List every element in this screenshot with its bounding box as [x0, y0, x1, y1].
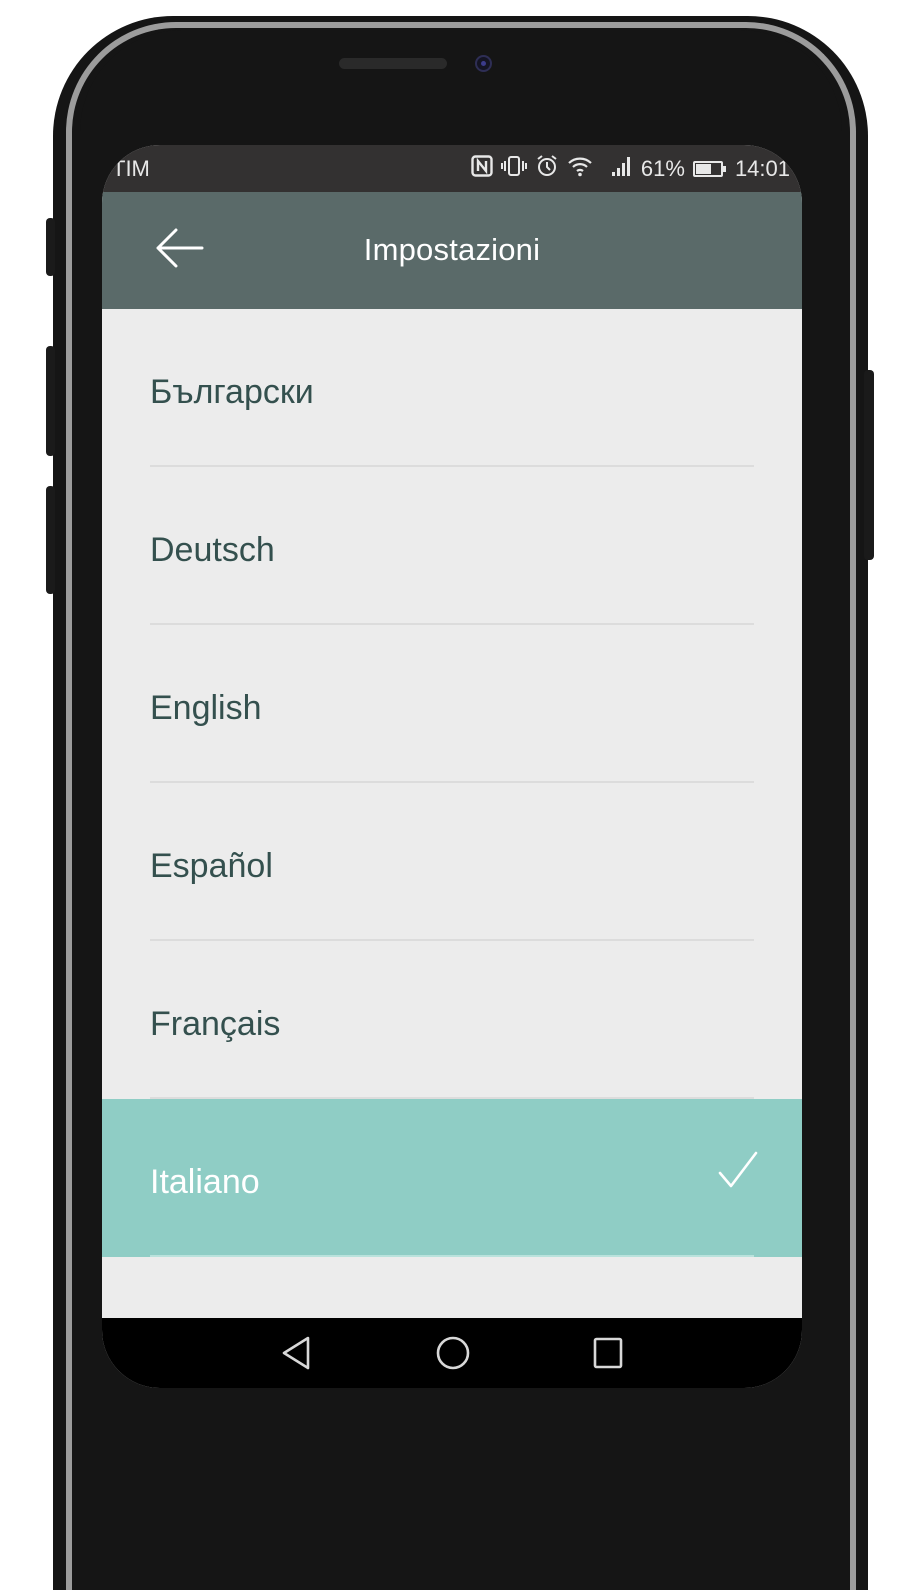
language-label: English — [150, 689, 262, 727]
language-label: Italiano — [150, 1163, 260, 1201]
nfc-icon — [471, 155, 493, 183]
clock: 14:01 — [734, 156, 790, 181]
alarm-icon — [535, 154, 559, 184]
nav-recents-button[interactable] — [592, 1335, 624, 1376]
system-nav-bar — [102, 1318, 802, 1388]
front-camera — [475, 55, 492, 72]
checkmark-icon — [718, 1151, 758, 1188]
side-button-left-2 — [46, 346, 55, 456]
side-button-left-3 — [46, 486, 55, 594]
page-title: Impostazioni — [363, 232, 541, 267]
nav-back-button[interactable] — [280, 1335, 312, 1376]
signal-icon — [611, 155, 633, 183]
language-item-spanish[interactable]: Español — [102, 783, 802, 941]
battery-percent: 61% — [640, 156, 685, 181]
app-bar: Impostazioni — [102, 192, 802, 309]
earpiece-speaker — [339, 58, 447, 69]
vibrate-icon — [500, 155, 527, 183]
language-item-italian[interactable]: Italiano — [102, 1099, 802, 1257]
recents-square-icon — [593, 1337, 623, 1369]
language-label: Български — [150, 373, 314, 411]
battery-icon — [692, 161, 726, 177]
carrier-label: TIM — [112, 156, 150, 181]
language-label: Español — [150, 847, 273, 885]
status-bar: TIM 61% 14:01 — [102, 145, 802, 192]
language-item-french[interactable]: Français — [102, 941, 802, 1099]
nav-home-button[interactable] — [435, 1335, 471, 1376]
language-item-german[interactable]: Deutsch — [102, 467, 802, 625]
divider — [150, 1255, 754, 1257]
back-triangle-icon — [282, 1336, 310, 1370]
home-circle-icon — [436, 1336, 470, 1370]
language-label: Français — [150, 1005, 281, 1043]
side-button-right — [864, 370, 874, 560]
screen: TIM 61% 14:01 Impostazioni Български Deu… — [102, 145, 802, 1388]
language-item-english[interactable]: English — [102, 625, 802, 783]
language-label: Deutsch — [150, 531, 275, 569]
wifi-icon — [567, 155, 593, 183]
language-list: Български Deutsch English Español França… — [102, 309, 802, 1257]
status-icons: 61% 14:01 — [471, 154, 790, 184]
language-item-bulgarian[interactable]: Български — [102, 309, 802, 467]
side-button-left-1 — [46, 218, 55, 276]
battery-level-fill — [695, 164, 711, 174]
